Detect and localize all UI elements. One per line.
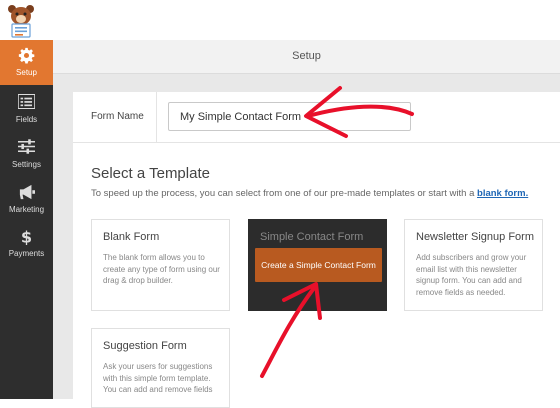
sidebar-item-label: Marketing (8, 205, 45, 214)
builder-main: Setup Form Name My Simple Contact Form S… (53, 40, 560, 408)
svg-text:$: $ (21, 228, 32, 245)
form-name-row: Form Name My Simple Contact Form (73, 92, 560, 143)
template-desc: The blank form allows you to create any … (103, 253, 220, 285)
top-bar (0, 0, 560, 41)
wpforms-bear-icon (8, 5, 34, 38)
dollar-icon: $ (21, 228, 32, 245)
sidebar-item-label: Settings (12, 160, 41, 169)
sidebar-item-label: Fields (15, 115, 38, 124)
template-title: Newsletter Signup Form (416, 231, 534, 243)
setup-header: Setup (53, 40, 560, 74)
create-simple-contact-form-button[interactable]: Create a Simple Contact Form (255, 248, 382, 282)
template-card-blank[interactable]: Blank Form The blank form allows you to … (91, 219, 230, 311)
sidebar-item-marketing[interactable]: Marketing (0, 177, 53, 222)
select-template-desc-text: To speed up the process, you can select … (91, 188, 475, 199)
sidebar-item-label: Payments (8, 249, 45, 258)
sidebar-item-fields[interactable]: Fields (0, 87, 53, 132)
list-icon (18, 94, 35, 109)
sidebar-item-payments[interactable]: $ Payments (0, 221, 53, 266)
form-name-input[interactable]: My Simple Contact Form (168, 102, 411, 131)
sidebar-item-setup[interactable]: Setup (0, 40, 53, 85)
template-title: Simple Contact Form (260, 231, 364, 243)
template-card-simple-contact[interactable]: Simple Contact Form Create a Simple Cont… (248, 219, 387, 311)
template-desc: Ask your users for suggestions with this… (103, 362, 213, 394)
template-title: Blank Form (103, 231, 160, 243)
template-desc: Add subscribers and grow your email list… (416, 253, 527, 297)
gear-icon (18, 47, 35, 64)
sidebar: Setup Fields Settings Marketing $ Paymen… (0, 40, 53, 399)
template-card-suggestion[interactable]: Suggestion Form Ask your users for sugge… (91, 328, 230, 408)
select-template-title: Select a Template (91, 165, 210, 182)
select-template-desc: To speed up the process, you can select … (91, 188, 528, 199)
form-name-label: Form Name (91, 111, 144, 122)
setup-panel: Form Name My Simple Contact Form Select … (73, 92, 560, 408)
sliders-icon (18, 139, 35, 154)
sidebar-item-label: Setup (16, 68, 37, 77)
form-name-divider (156, 92, 157, 142)
template-card-newsletter[interactable]: Newsletter Signup Form Add subscribers a… (404, 219, 543, 311)
blank-form-link[interactable]: blank form. (477, 188, 528, 199)
megaphone-icon (19, 184, 35, 200)
template-title: Suggestion Form (103, 340, 187, 352)
sidebar-item-settings[interactable]: Settings (0, 132, 53, 177)
